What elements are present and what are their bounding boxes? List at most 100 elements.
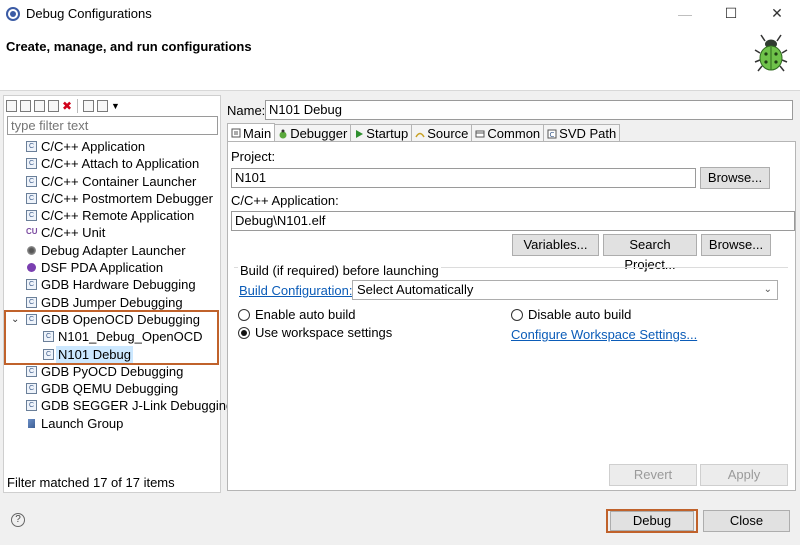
variables-button[interactable]: Variables... — [512, 234, 599, 256]
tab-common-label: Common — [487, 126, 541, 141]
tree-item-label: GDB SEGGER J-Link Debugging — [41, 398, 234, 414]
delete-icon[interactable]: ✖ — [62, 100, 72, 112]
tree-item[interactable]: C GDB Hardware Debugging — [4, 276, 220, 293]
c-config-icon: C — [26, 210, 37, 222]
window-controls: — ☐ ✕ — [662, 0, 800, 27]
apply-button[interactable]: Apply — [700, 464, 788, 486]
tree-item[interactable]: ⌄ C GDB OpenOCD Debugging — [4, 311, 220, 328]
new-config-icon[interactable] — [6, 100, 17, 112]
tree-item[interactable]: Debug Adapter Launcher — [4, 242, 220, 259]
filter-icon[interactable] — [97, 100, 108, 112]
c-config-icon: C — [26, 158, 37, 170]
tree-item[interactable]: C N101 Debug — [4, 345, 220, 363]
minimize-button[interactable]: — — [662, 0, 708, 27]
tree-item[interactable]: C GDB PyOCD Debugging — [4, 363, 220, 380]
name-field[interactable]: N101 Debug — [265, 100, 793, 120]
toolbar-divider — [77, 99, 78, 113]
build-configuration-select[interactable]: Select Automatically ⌄ — [352, 280, 778, 300]
tab-common[interactable]: Common — [471, 124, 545, 142]
application-label: C/C++ Application: — [231, 193, 339, 208]
application-field[interactable]: Debug\N101.elf — [231, 211, 795, 231]
filter-input[interactable] — [7, 116, 218, 135]
dsf-icon — [26, 262, 37, 273]
tab-startup[interactable]: Startup — [350, 124, 413, 142]
close-button[interactable]: Close — [703, 510, 790, 532]
tree-item[interactable]: C C/C++ Container Launcher — [4, 173, 220, 190]
tree-item-label: C/C++ Container Launcher — [41, 173, 197, 189]
tree-item[interactable]: CU C/C++ Unit — [4, 224, 220, 241]
source-tab-icon — [415, 132, 425, 137]
radio-circle — [238, 308, 250, 321]
bug-icon — [754, 34, 788, 72]
tree-item-label: Launch Group — [41, 415, 124, 431]
main-tab-icon — [231, 128, 241, 138]
common-tab-icon — [475, 130, 485, 137]
browse-application-button[interactable]: Browse... — [701, 234, 771, 256]
view-menu-icon[interactable]: ▼ — [111, 100, 120, 112]
tree-item-label: C/C++ Remote Application — [41, 208, 195, 224]
tab-main[interactable]: Main — [227, 123, 276, 142]
build-configuration-value: Select Automatically — [357, 282, 474, 297]
tree-item-label: DSF PDA Application — [41, 260, 164, 276]
tab-debugger[interactable]: Debugger — [274, 124, 352, 142]
configuration-list-panel: ✖ ▼ C C/C++ Application C C/C++ Attach to A… — [3, 95, 233, 493]
filter-status: Filter matched 17 of 17 items — [7, 475, 175, 490]
c-config-icon: C — [26, 313, 37, 325]
tree-item-label: C/C++ Attach to Application — [41, 156, 200, 172]
close-window-button[interactable]: ✕ — [754, 0, 800, 27]
tab-debugger-label: Debugger — [290, 126, 348, 141]
tree-item-label: GDB PyOCD Debugging — [41, 363, 184, 379]
tree-item-label: GDB Jumper Debugging — [41, 294, 183, 310]
c-config-icon: C — [26, 141, 37, 152]
search-project-button[interactable]: Search Project... — [603, 234, 697, 272]
debug-button[interactable]: Debug — [610, 511, 694, 531]
browse-project-button[interactable]: Browse... — [700, 167, 770, 189]
tree-item[interactable]: C C/C++ Postmortem Debugger — [4, 190, 220, 207]
tree-item-label: GDB Hardware Debugging — [41, 277, 196, 293]
launch-group-icon — [26, 418, 37, 429]
export-icon[interactable] — [34, 100, 45, 112]
tree-item[interactable]: DSF PDA Application — [4, 259, 220, 276]
tree-item[interactable]: C C/C++ Remote Application — [4, 207, 220, 224]
tree-item[interactable]: C N101_Debug_OpenOCD — [4, 328, 220, 345]
tree-item[interactable]: C C/C++ Attach to Application — [4, 155, 220, 172]
c-config-icon: C — [26, 365, 37, 377]
build-configuration-link[interactable]: Build Configuration: — [239, 283, 352, 298]
startup-tab-icon — [356, 129, 364, 138]
tree-item[interactable]: Launch Group — [4, 415, 220, 432]
c-config-icon: C — [26, 192, 37, 204]
help-icon[interactable]: ? — [11, 513, 25, 527]
window-title: Debug Configurations — [26, 6, 152, 21]
new-prototype-icon[interactable] — [20, 100, 31, 112]
tab-main-label: Main — [243, 125, 272, 141]
project-field[interactable]: N101 — [231, 168, 696, 188]
collapse-all-icon[interactable] — [83, 100, 94, 112]
tab-startup-label: Startup — [366, 126, 409, 141]
configure-workspace-settings-link[interactable]: Configure Workspace Settings... — [511, 327, 697, 342]
tree-item[interactable]: C C/C++ Application — [4, 138, 220, 155]
expand-twisty-icon[interactable]: ⌄ — [11, 311, 19, 328]
enable-auto-build-label: Enable auto build — [255, 307, 356, 322]
tree-item-label: N101 Debug — [56, 345, 133, 363]
tree-item[interactable]: C GDB SEGGER J-Link Debugging — [4, 397, 233, 414]
tree-item[interactable]: C GDB QEMU Debugging — [4, 380, 220, 397]
svg-text:C: C — [550, 131, 555, 139]
tree-item-label: GDB OpenOCD Debugging — [41, 311, 200, 327]
tab-svd-path[interactable]: C SVD Path — [543, 124, 621, 142]
config-tree: C C/C++ Application C C/C++ Attach to Appli… — [4, 138, 233, 432]
enable-auto-build-radio[interactable]: Enable auto build — [238, 307, 355, 322]
use-workspace-settings-radio[interactable]: Use workspace settings — [238, 325, 392, 340]
tree-item[interactable]: C GDB Jumper Debugging — [4, 294, 220, 311]
c-config-icon: C — [26, 279, 37, 291]
use-workspace-settings-label: Use workspace settings — [255, 325, 393, 340]
config-toolbar: ✖ ▼ — [4, 96, 220, 116]
tab-svd-path-label: SVD Path — [559, 126, 617, 141]
revert-button[interactable]: Revert — [609, 464, 697, 486]
disable-auto-build-radio[interactable]: Disable auto build — [511, 307, 631, 322]
maximize-button[interactable]: ☐ — [708, 0, 754, 27]
tab-source[interactable]: Source — [411, 124, 473, 142]
cu-icon: CU — [26, 227, 38, 237]
duplicate-icon[interactable] — [48, 100, 59, 112]
config-tabs: Main Debugger Startup Source Common C SV… — [227, 123, 621, 142]
eclipse-app-icon — [6, 6, 20, 21]
